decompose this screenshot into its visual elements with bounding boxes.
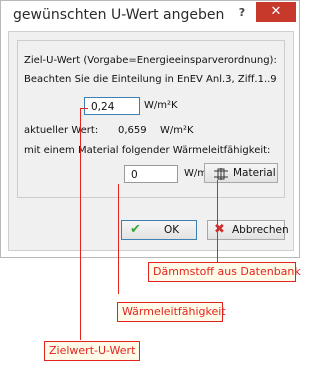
target-u-value-input[interactable]: 0,24	[84, 97, 140, 115]
annotation-line-target	[80, 108, 81, 340]
settings-group: Ziel-U-Wert (Vorgabe=Energieeinsparveror…	[17, 40, 285, 198]
cancel-x-icon: ✖	[214, 222, 225, 237]
dialog-window: gewünschten U-Wert angeben ? ✕ Ziel-U-We…	[0, 0, 300, 258]
material-conductivity-label: mit einem Material folgender Wärmeleitfä…	[24, 145, 271, 156]
title-bar[interactable]: gewünschten U-Wert angeben ? ✕	[1, 1, 299, 31]
annotation-conductivity: Wärmeleitfähigkeit	[117, 302, 226, 322]
ok-button[interactable]: ✔ OK	[121, 220, 197, 240]
close-button[interactable]: ✕	[256, 2, 296, 22]
current-unit-label: W/m²K	[160, 125, 194, 136]
checkmark-icon: ✔	[130, 222, 141, 237]
material-button[interactable]: Material	[204, 163, 278, 183]
current-value: 0,659	[118, 125, 147, 136]
dialog-title: gewünschten U-Wert angeben	[13, 7, 225, 23]
instruction-line-2: Beachten Sie die Einteilung in EnEV Anl.…	[24, 74, 277, 85]
instruction-line-1: Ziel-U-Wert (Vorgabe=Energieeinsparveror…	[24, 55, 277, 66]
cancel-button-label: Abbrechen	[232, 224, 289, 236]
annotation-target: Zielwert-U-Wert	[44, 341, 140, 361]
material-button-label: Material	[233, 167, 276, 179]
target-unit-label: W/m²K	[144, 100, 178, 111]
annotation-line-insulation	[217, 180, 218, 264]
annotation-insulation: Dämmstoff aus Datenbank	[148, 262, 301, 282]
help-button[interactable]: ?	[229, 3, 255, 23]
current-value-label: aktueller Wert:	[24, 125, 99, 136]
ok-button-label: OK	[164, 224, 180, 236]
conductivity-input[interactable]: 0	[124, 165, 178, 183]
dialog-client-area: Ziel-U-Wert (Vorgabe=Energieeinsparveror…	[8, 31, 294, 251]
annotation-line-conductivity	[118, 184, 119, 294]
annotation-tick-target	[80, 108, 88, 109]
material-icon	[214, 168, 228, 180]
cancel-button[interactable]: ✖ Abbrechen	[207, 220, 289, 240]
